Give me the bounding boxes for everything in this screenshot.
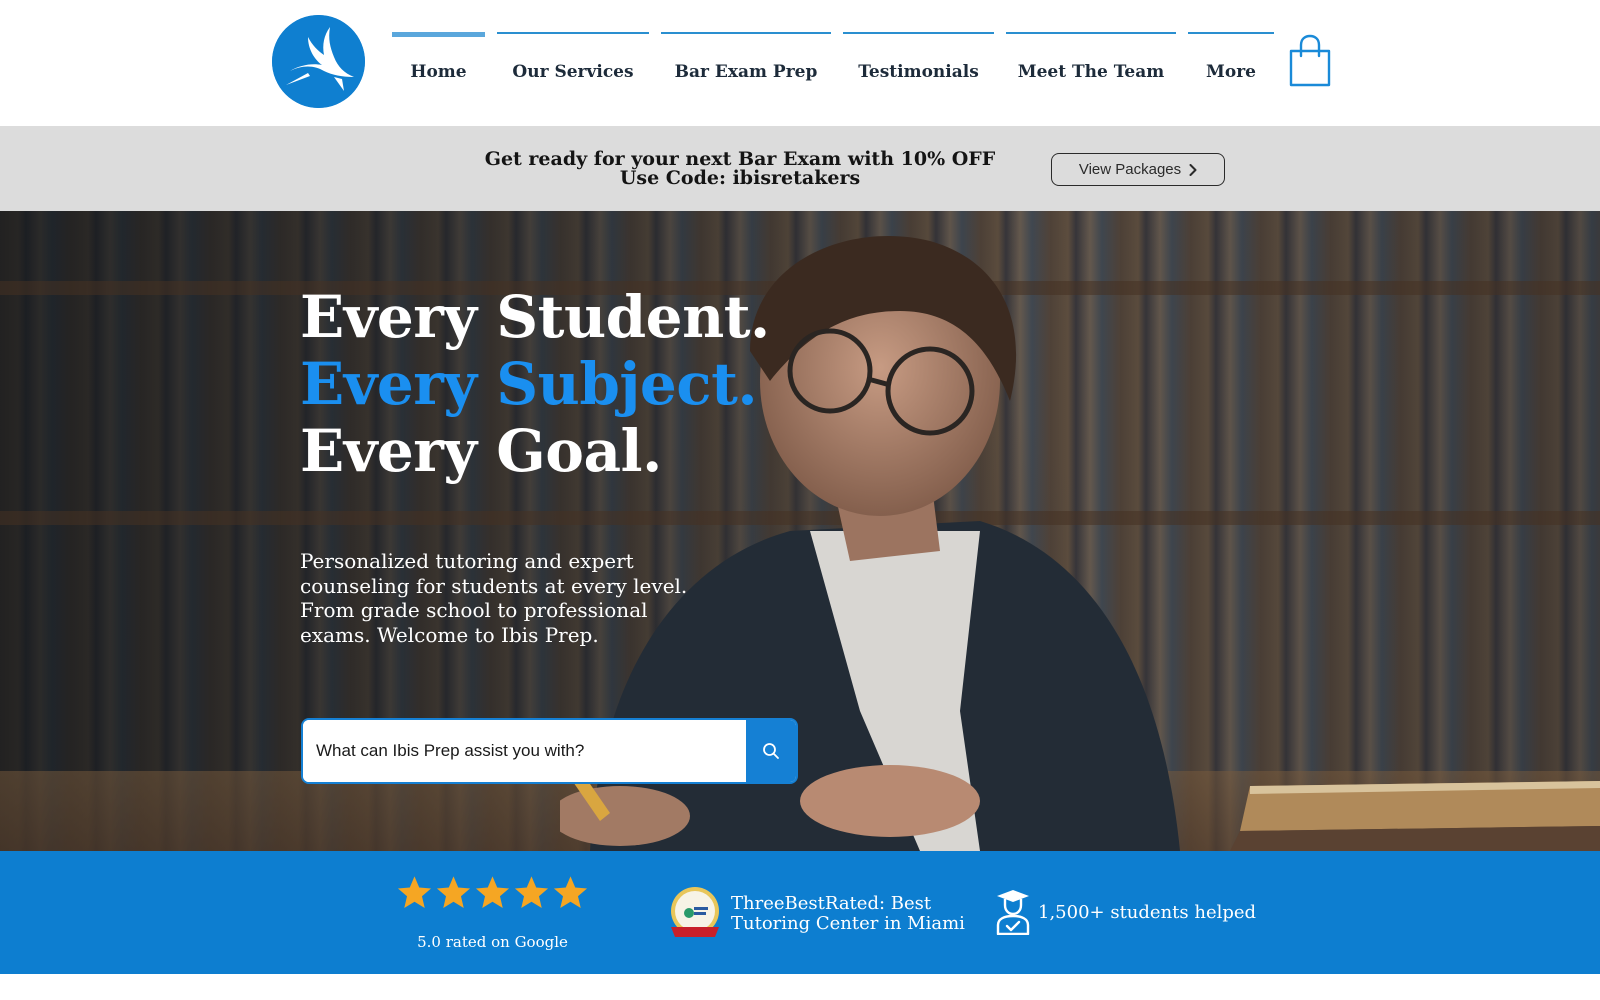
view-packages-button[interactable]: View Packages xyxy=(1051,153,1225,186)
nav-our-services[interactable]: Our Services xyxy=(497,32,649,92)
star-icon xyxy=(514,876,549,908)
promo-line-2: Use Code: ibisretakers xyxy=(619,167,861,189)
students-helped-text: 1,500+ students helped xyxy=(1038,902,1257,923)
stacked-books xyxy=(1230,781,1600,851)
graduate-icon xyxy=(996,890,1030,935)
nav-home[interactable]: Home xyxy=(392,32,485,92)
hero-section: Every Student. Every Subject. Every Goal… xyxy=(0,211,1600,851)
badge-text-line-2: Tutoring Center in Miami xyxy=(731,913,965,934)
threebestrated-badge xyxy=(671,887,719,937)
hero-subtext: Personalized tutoring and expert counsel… xyxy=(300,549,688,647)
rating-label: 5.0 rated on Google xyxy=(417,933,568,951)
nav-bar-exam-prep[interactable]: Bar Exam Prep xyxy=(661,32,831,92)
star-icon xyxy=(397,876,432,908)
headline-line-1: Every Student. xyxy=(300,283,770,351)
star-icon xyxy=(475,876,510,908)
search-input[interactable] xyxy=(303,720,746,782)
main-nav: Home Our Services Bar Exam Prep Testimon… xyxy=(392,32,1274,92)
star-icon xyxy=(436,876,471,908)
nav-testimonials[interactable]: Testimonials xyxy=(843,32,994,92)
headline-line-2: Every Subject. xyxy=(300,350,758,418)
search-bar xyxy=(301,718,798,784)
shopping-bag-icon[interactable] xyxy=(1288,34,1332,88)
badge-text-line-1: ThreeBestRated: Best xyxy=(731,893,932,914)
site-header: Home Our Services Bar Exam Prep Testimon… xyxy=(0,0,1600,126)
headline-line-3: Every Goal. xyxy=(300,417,662,485)
nav-meet-the-team[interactable]: Meet The Team xyxy=(1006,32,1176,92)
view-packages-label: View Packages xyxy=(1078,161,1182,178)
chevron-right-icon xyxy=(1189,163,1197,176)
promo-banner: Get ready for your next Bar Exam with 10… xyxy=(0,126,1600,211)
promo-text: Get ready for your next Bar Exam with 10… xyxy=(480,150,1000,188)
badge-text: ThreeBestRated: Best Tutoring Center in … xyxy=(731,894,965,934)
star-icon xyxy=(553,876,588,908)
search-icon xyxy=(763,743,779,759)
rating-stars xyxy=(395,873,590,913)
trust-band: 5.0 rated on Google ThreeBestRated: Best… xyxy=(0,851,1600,974)
search-button[interactable] xyxy=(746,720,796,782)
nav-more[interactable]: More xyxy=(1188,32,1274,92)
hero-headline: Every Student. Every Subject. Every Goal… xyxy=(300,284,770,485)
page-bottom-strip xyxy=(0,974,1600,1000)
ibis-bird-logo[interactable] xyxy=(272,15,365,108)
